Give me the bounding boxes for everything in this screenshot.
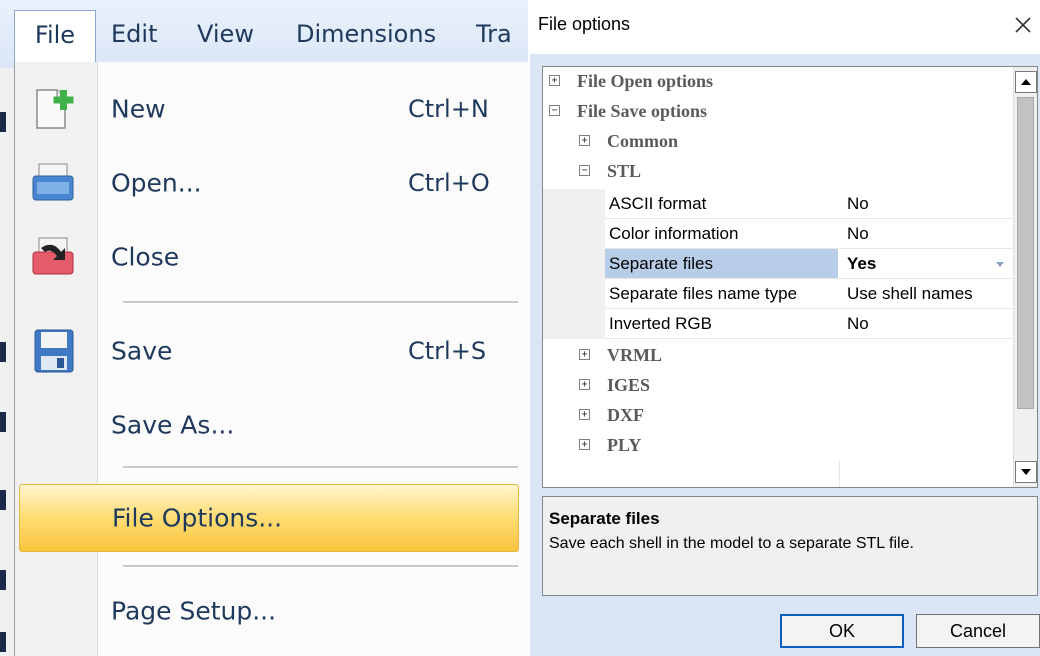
dropdown-arrow-icon[interactable] — [987, 249, 1013, 279]
property-tree: + File Open options − File Save options … — [542, 66, 1038, 488]
property-name: ASCII format — [605, 189, 838, 219]
tree-node-label: Common — [607, 131, 678, 151]
menu-item-close[interactable]: Close — [15, 228, 528, 286]
row-gutter — [543, 279, 605, 309]
description-panel: Separate files Save each shell in the mo… — [542, 496, 1038, 596]
tree-node-label: IGES — [607, 375, 651, 395]
menu-separator — [123, 565, 518, 568]
description-title: Separate files — [549, 509, 660, 528]
menu-item-label: Page Setup... — [111, 596, 277, 626]
property-value[interactable]: No — [839, 219, 1013, 249]
tree-node-common[interactable]: + Common — [543, 127, 1013, 157]
row-gutter — [543, 249, 605, 279]
close-document-icon — [27, 234, 79, 280]
expand-icon[interactable]: + — [579, 135, 590, 146]
property-value[interactable]: No — [839, 309, 1013, 339]
menu-file[interactable]: File — [14, 10, 96, 62]
expand-icon[interactable]: + — [579, 349, 590, 360]
tree-node-label: PLY — [607, 435, 642, 455]
property-row[interactable]: Separate files name type Use shell names — [543, 279, 1013, 309]
column-divider — [839, 461, 840, 487]
tree-node-stl[interactable]: − STL — [543, 157, 1013, 187]
menu-item-shortcut: Ctrl+N — [408, 95, 489, 123]
property-name: Separate files name type — [605, 279, 838, 309]
collapse-icon[interactable]: − — [549, 105, 560, 116]
menu-item-file-options[interactable]: File Options... — [19, 484, 519, 552]
menu-item-label: Save — [111, 336, 173, 366]
menu-item-label: File Options... — [112, 503, 283, 533]
property-row[interactable]: ASCII format No — [543, 189, 1013, 219]
property-value[interactable]: No — [839, 189, 1013, 219]
property-name: Color information — [605, 219, 838, 249]
tree-node-vrml[interactable]: + VRML — [543, 341, 1013, 371]
menu-item-label: Close — [111, 242, 180, 272]
menu-dimensions[interactable]: Dimensions — [296, 14, 436, 58]
menu-item-label: New — [111, 94, 166, 124]
menu-item-save[interactable]: Save Ctrl+S — [15, 322, 528, 380]
scroll-down-icon[interactable] — [1015, 461, 1037, 483]
row-gutter — [543, 219, 605, 249]
property-value[interactable]: Use shell names — [839, 279, 1013, 309]
expand-icon[interactable]: + — [549, 75, 560, 86]
collapse-icon[interactable]: − — [579, 165, 590, 176]
menu-item-page-setup[interactable]: Page Setup... — [15, 582, 528, 640]
tree-node-label: STL — [607, 161, 642, 181]
vertical-scrollbar[interactable] — [1013, 67, 1037, 487]
background-fragment — [0, 570, 6, 590]
tree-node-label: File Save options — [577, 101, 708, 121]
tree-node-dxf[interactable]: + DXF — [543, 401, 1013, 431]
background-fragment — [0, 412, 6, 432]
file-options-dialog: File options + File Open options − File … — [530, 0, 1040, 656]
tree-node-file-open-options[interactable]: + File Open options — [543, 67, 1013, 97]
menu-item-open[interactable]: Open... Ctrl+O — [15, 154, 528, 212]
menu-item-label: Open... — [111, 168, 202, 198]
menu-separator — [123, 301, 518, 304]
menu-item-shortcut: Ctrl+S — [408, 337, 487, 365]
menu-transform-truncated[interactable]: Tra — [476, 14, 512, 58]
scrollbar-thumb[interactable] — [1017, 97, 1034, 409]
tree-node-file-save-options[interactable]: − File Save options — [543, 97, 1013, 127]
property-row[interactable]: Color information No — [543, 219, 1013, 249]
tree-node-label: File Open options — [577, 71, 714, 91]
background-fragment — [0, 112, 6, 132]
description-text: Save each shell in the model to a separa… — [549, 535, 914, 552]
dialog-title: File options — [538, 14, 631, 34]
background-fragment — [0, 490, 6, 510]
background-fragment — [0, 342, 6, 362]
new-file-icon — [27, 86, 79, 132]
menu-edit[interactable]: Edit — [111, 14, 157, 58]
menu-item-shortcut: Ctrl+O — [408, 169, 490, 197]
expand-icon[interactable]: + — [579, 379, 590, 390]
scroll-up-icon[interactable] — [1015, 71, 1037, 93]
expand-icon[interactable]: + — [579, 409, 590, 420]
property-row-selected[interactable]: Separate files Yes — [543, 249, 1013, 279]
dialog-title-bar: File options — [530, 0, 1040, 54]
menu-item-new[interactable]: New Ctrl+N — [15, 80, 528, 138]
property-name: Inverted RGB — [605, 309, 838, 339]
tree-node-label: DXF — [607, 405, 644, 425]
ok-button[interactable]: OK — [780, 614, 904, 648]
close-icon[interactable] — [1008, 10, 1038, 40]
open-printer-icon — [27, 160, 79, 206]
background-fragment — [0, 632, 6, 652]
menu-separator — [123, 466, 518, 469]
menu-item-save-as[interactable]: Save As... — [15, 396, 528, 454]
tree-node-ply[interactable]: + PLY — [543, 431, 1013, 461]
tree-node-iges[interactable]: + IGES — [543, 371, 1013, 401]
file-dropdown-menu: New Ctrl+N Open... Ctrl+O Close Save Ctr… — [14, 62, 528, 656]
cancel-button[interactable]: Cancel — [916, 614, 1040, 648]
file-menu-area: File Edit View Dimensions Tra New Ctrl+N — [0, 0, 528, 656]
row-gutter — [543, 309, 605, 339]
expand-icon[interactable]: + — [579, 439, 590, 450]
tree-node-label: VRML — [607, 345, 662, 365]
property-row[interactable]: Inverted RGB No — [543, 309, 1013, 339]
menu-item-label: Save As... — [111, 410, 235, 440]
floppy-save-icon — [27, 328, 79, 374]
menu-bar: File Edit View Dimensions Tra — [0, 0, 528, 68]
property-name: Separate files — [605, 249, 838, 279]
row-gutter — [543, 189, 605, 219]
menu-view[interactable]: View — [197, 14, 254, 58]
